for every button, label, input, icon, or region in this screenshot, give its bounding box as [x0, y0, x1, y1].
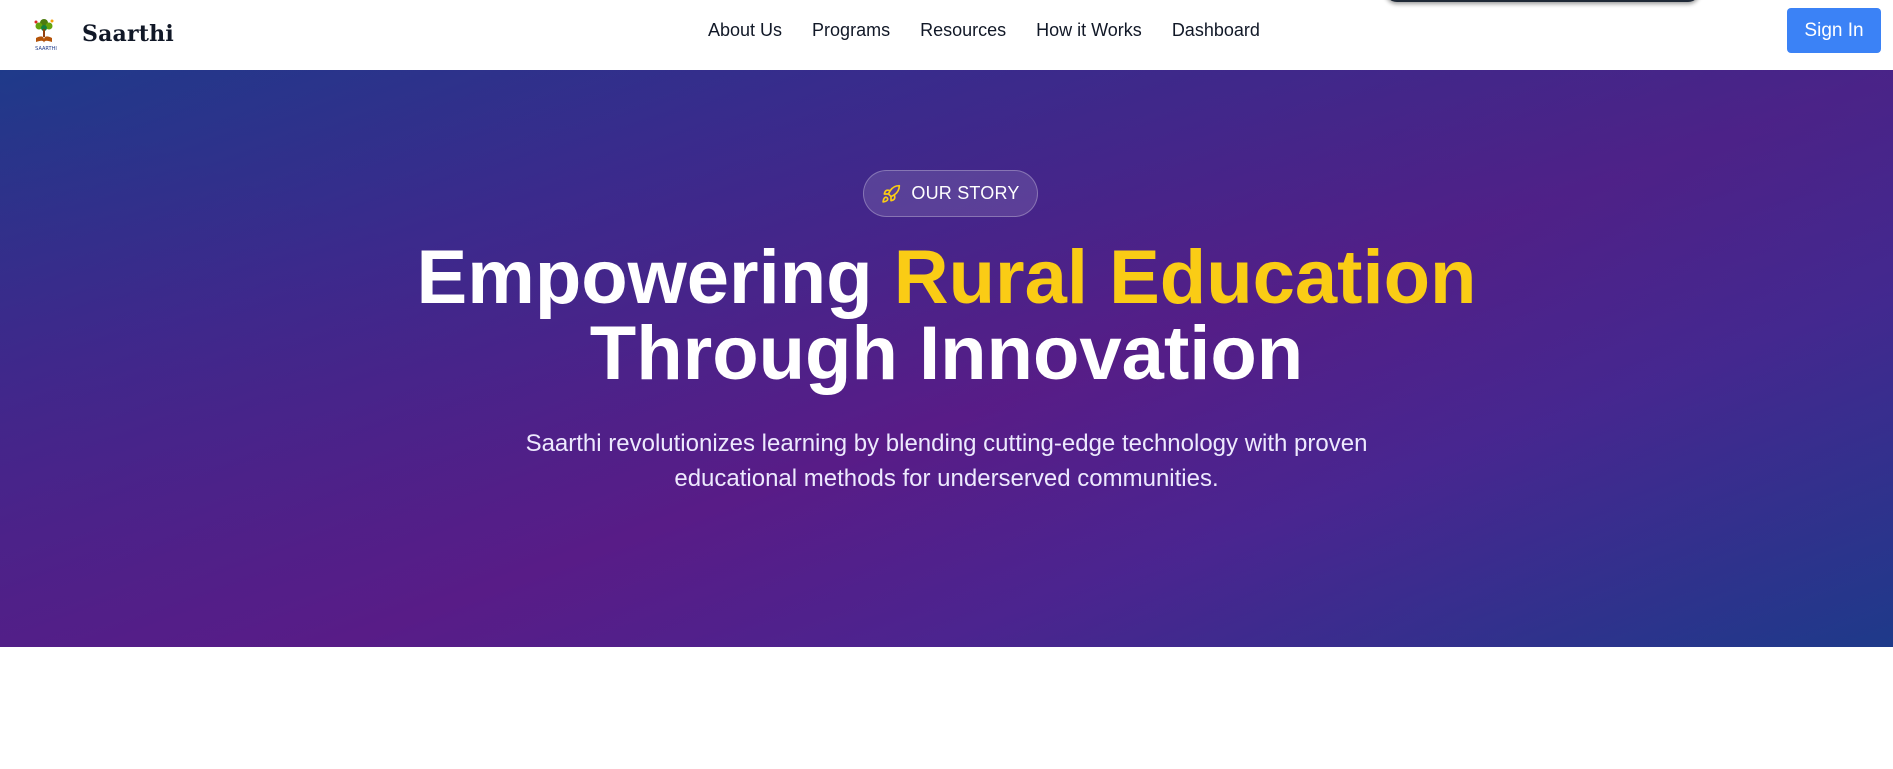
nav-resources[interactable]: Resources — [920, 18, 1006, 42]
floating-toolbar[interactable] — [1385, 0, 1700, 2]
rocket-icon — [881, 184, 901, 204]
nav-about-us[interactable]: About Us — [708, 18, 782, 42]
headline-line2: Through Innovation — [589, 311, 1304, 396]
nav-dashboard[interactable]: Dashboard — [1172, 18, 1260, 42]
navbar: SAARTHI Saarthi About Us Programs Resour… — [0, 0, 1893, 70]
nav-programs[interactable]: Programs — [812, 18, 890, 42]
brand-name: Saarthi — [82, 21, 174, 47]
nav-how-it-works[interactable]: How it Works — [1036, 18, 1142, 42]
hero-section: OUR STORY Empowering Rural Education Thr… — [0, 70, 1893, 647]
headline-part1: Empowering — [416, 235, 894, 320]
hero-headline: Empowering Rural Education Through Innov… — [0, 240, 1893, 392]
svg-text:SAARTHI: SAARTHI — [35, 46, 57, 52]
brand[interactable]: SAARTHI Saarthi — [26, 14, 174, 54]
sign-in-button[interactable]: Sign In — [1787, 8, 1881, 53]
badge-text: OUR STORY — [911, 183, 1020, 203]
tree-book-logo: SAARTHI — [26, 14, 66, 54]
main-nav: About Us Programs Resources How it Works… — [708, 18, 1260, 42]
subtext-line2: educational methods for underserved comm… — [674, 465, 1219, 492]
subtext-line1: Saarthi revolutionizes learning by blend… — [525, 430, 1368, 457]
our-story-badge: OUR STORY — [863, 170, 1038, 217]
content-section — [0, 647, 1893, 769]
headline-highlight: Rural Education — [893, 235, 1477, 320]
hero-subtext: Saarthi revolutionizes learning by blend… — [0, 426, 1893, 496]
